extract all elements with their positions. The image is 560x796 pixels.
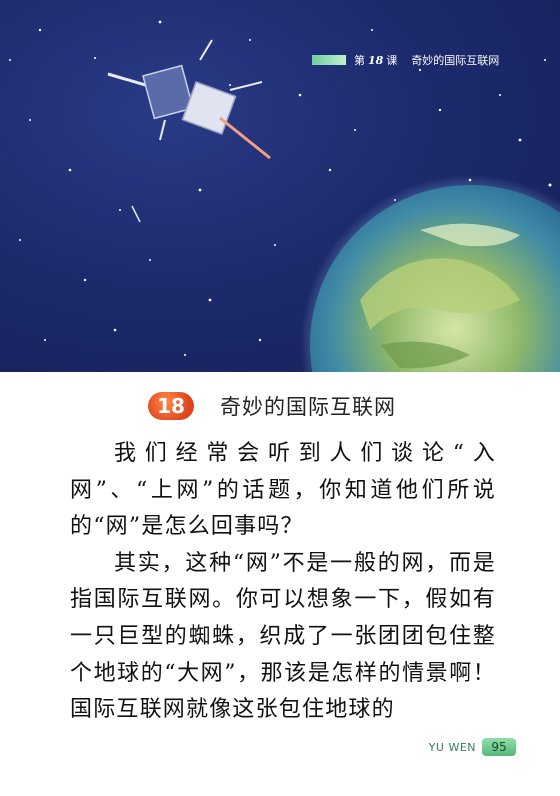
chapter-header-text: 第 18 课奇妙的国际互联网 [354,52,499,68]
lesson-body: 我们经常会听到人们谈论“入网”、“上网”的话题，你知道他们所说的“网”是怎么回事… [70,436,496,729]
satellite [107,39,271,223]
page-number: 95 [482,738,516,756]
header-lesson-title: 奇妙的国际互联网 [411,54,500,67]
page-footer: YU WEN 95 [429,738,516,756]
subject-label: YU WEN [428,740,476,754]
paragraph-1: 我们经常会听到人们谈论“入网”、“上网”的话题，你知道他们所说的“网”是怎么回事… [70,441,496,540]
lesson-title: 奇妙的国际互联网 [220,395,396,419]
paragraph-2: 其实，这种“网”不是一般的网，而是指国际互联网。你可以想象一下，假如有一只巨型的… [70,550,496,723]
lesson-number-badge: 18 [148,392,194,420]
earth [300,175,560,372]
lesson-suffix: 课 [386,54,398,67]
lesson-number: 18 [368,54,384,67]
header-accent-bar [312,55,346,65]
lesson-title-row: 18 奇妙的国际互联网 [148,390,396,422]
space-illustration: 第 18 课奇妙的国际互联网 [0,0,560,372]
chapter-header: 第 18 课奇妙的国际互联网 [312,52,560,68]
lesson-prefix: 第 [354,54,365,67]
